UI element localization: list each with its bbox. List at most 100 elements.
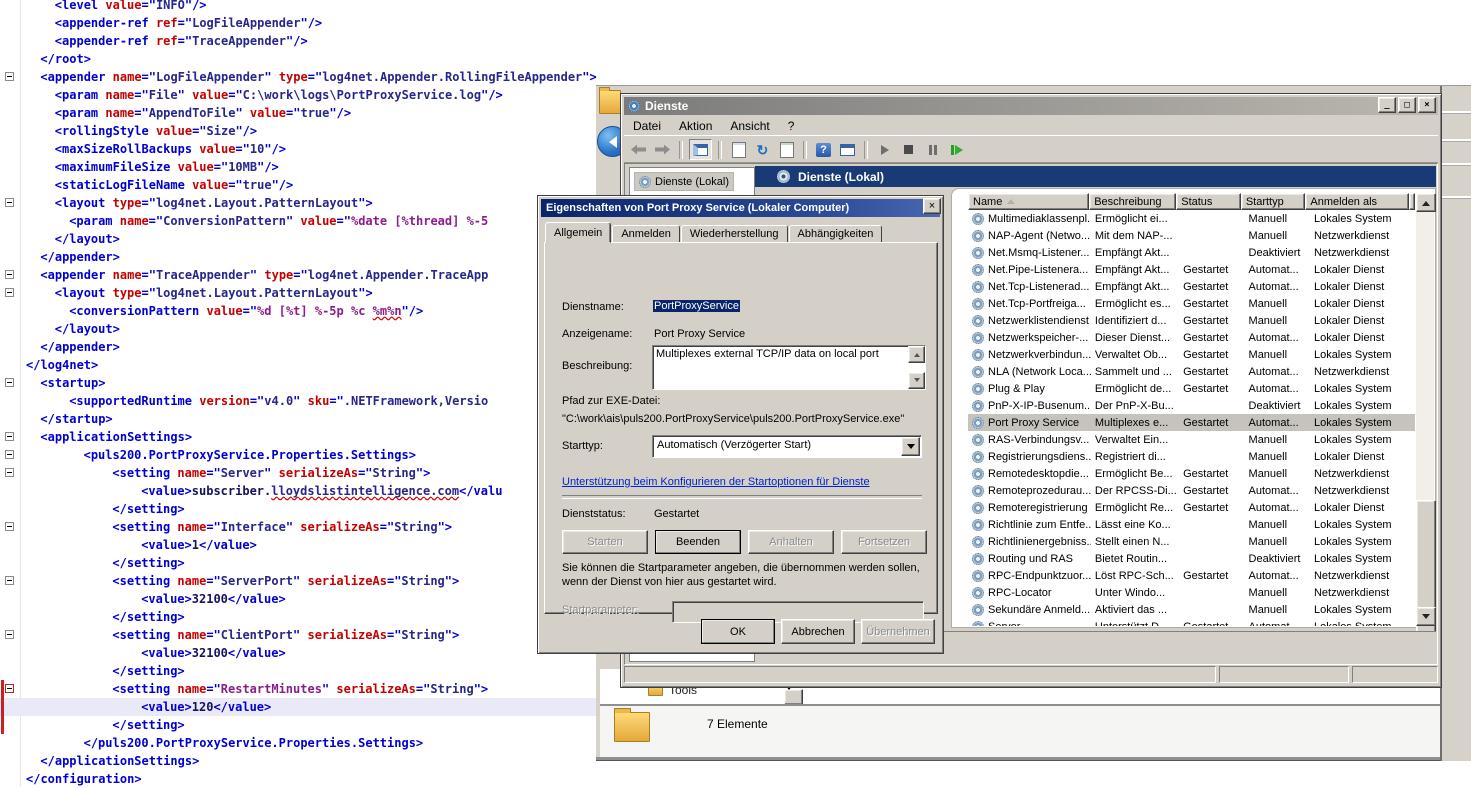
- service-row[interactable]: NAP-Agent (Netwo...Mit dem NAP-...Manuel…: [968, 227, 1415, 244]
- restart-service-icon[interactable]: [946, 140, 967, 159]
- fold-toggle-icon[interactable]: [5, 288, 14, 297]
- menu-datei[interactable]: Datei: [624, 118, 670, 134]
- scroll-up-button[interactable]: [908, 346, 925, 363]
- description-scrollbar[interactable]: [910, 346, 925, 389]
- service-row[interactable]: RPC-Endpunktzuor...Löst RPC-Sch...Gestar…: [968, 567, 1415, 584]
- starttype-select[interactable]: Automatisch (Verzögerter Start): [652, 435, 922, 458]
- startoptions-help-link[interactable]: Unterstützung beim Konfigurieren der Sta…: [562, 476, 870, 488]
- service-row[interactable]: ServerUnterstützt D...GestartetAutomat..…: [968, 618, 1415, 626]
- fold-toggle-icon[interactable]: [5, 684, 14, 693]
- fold-toggle-icon[interactable]: [5, 198, 14, 207]
- code-line: <maximumFileSize value="10MB"/>: [55, 158, 279, 176]
- service-cell: Lokaler Dienst: [1310, 502, 1415, 514]
- export-list-icon[interactable]: [776, 140, 797, 159]
- back-arrow-icon: [603, 136, 617, 148]
- help-icon[interactable]: ?: [813, 140, 834, 159]
- service-name-cell: Port Proxy Service: [968, 417, 1091, 429]
- scroll-down-button[interactable]: [908, 372, 925, 389]
- service-row[interactable]: RPC-LocatorUnter Windo...ManuellNetzwerk…: [968, 584, 1415, 601]
- menu-aktion[interactable]: Aktion: [670, 118, 721, 134]
- service-row[interactable]: Net.Tcp-Listenerad...Empfängt Akt...Gest…: [968, 278, 1415, 295]
- scroll-up-button[interactable]: [1416, 193, 1436, 212]
- starten-button: Starten: [562, 530, 648, 554]
- services-title-bar[interactable]: Dienste _□×: [624, 97, 1438, 115]
- service-row[interactable]: Plug & PlayErmöglicht de...GestartetAuto…: [968, 380, 1415, 397]
- service-row[interactable]: NetzwerklistendienstIdentifiziert d...Ge…: [968, 312, 1415, 329]
- description-field[interactable]: Multiplexes external TCP/IP data on loca…: [652, 345, 926, 390]
- maximize-button[interactable]: □: [1398, 97, 1416, 113]
- service-row[interactable]: RAS-Verbindungsv...Verwaltet Ein...Manue…: [968, 431, 1415, 448]
- fold-toggle-icon[interactable]: [5, 468, 14, 477]
- explorer-status-bar: 7 Elemente: [600, 704, 1440, 760]
- service-cell: Gestartet: [1179, 621, 1244, 627]
- vertical-scrollbar[interactable]: [1416, 193, 1434, 626]
- fold-toggle-icon[interactable]: [5, 432, 14, 441]
- column-header-beschreibung[interactable]: Beschreibung: [1089, 193, 1176, 210]
- tab-anmelden[interactable]: Anmelden: [612, 225, 680, 243]
- fold-toggle-icon[interactable]: [5, 576, 14, 585]
- pause-service-icon[interactable]: [922, 140, 943, 159]
- service-row[interactable]: Richtlinienergebniss...Stellt einen N...…: [968, 533, 1415, 550]
- sort-ascending-icon: [1007, 195, 1015, 204]
- service-row[interactable]: Netzwerkverbindun...Verwaltet Ob...Gesta…: [968, 346, 1415, 363]
- ok-button[interactable]: OK: [701, 619, 775, 644]
- code-line: </startup>: [40, 410, 112, 428]
- service-cell: Gestartet: [1179, 502, 1244, 514]
- console-window-icon[interactable]: [837, 140, 858, 159]
- service-cell: Lokaler Dienst: [1310, 315, 1415, 327]
- service-row[interactable]: NLA (Network Loca...Sammelt und ...Gesta…: [968, 363, 1415, 380]
- service-row[interactable]: Netzwerkspeicher-...Dieser Dienst...Gest…: [968, 329, 1415, 346]
- start-service-icon[interactable]: [874, 140, 895, 159]
- column-header-status[interactable]: Status: [1176, 193, 1241, 210]
- code-line: <appender name="LogFileAppender" type="l…: [40, 68, 596, 86]
- service-row[interactable]: Richtlinie zum Entfe...Lässt eine Ko...M…: [968, 516, 1415, 533]
- service-row[interactable]: PnP-X-IP-Busenum...Der PnP-X-Bu...Deakti…: [968, 397, 1415, 414]
- combo-drop-button[interactable]: [901, 437, 920, 456]
- code-line: </layout>: [55, 230, 120, 248]
- stop-service-icon[interactable]: [898, 140, 919, 159]
- service-cell: Lokales System: [1310, 604, 1415, 616]
- tab-wiederherstellung[interactable]: Wiederherstellung: [681, 225, 788, 243]
- tab-allgemein[interactable]: Allgemein: [545, 222, 611, 243]
- fold-toggle-icon[interactable]: [5, 630, 14, 639]
- close-button[interactable]: ×: [1418, 97, 1436, 113]
- service-row[interactable]: RemoteregistrierungErmöglicht Re...Gesta…: [968, 499, 1415, 516]
- show-console-tree-icon[interactable]: [689, 139, 712, 160]
- scroll-down-button[interactable]: [1416, 607, 1436, 626]
- refresh-icon[interactable]: ↻: [752, 140, 773, 159]
- dropdown-button[interactable]: [784, 689, 803, 704]
- fold-toggle-icon[interactable]: [5, 450, 14, 459]
- forward-icon[interactable]: [652, 140, 673, 159]
- close-icon[interactable]: ×: [923, 198, 941, 214]
- service-cell: Aktiviert das ...: [1091, 604, 1179, 616]
- fold-toggle-icon[interactable]: [5, 522, 14, 531]
- back-icon[interactable]: [628, 140, 649, 159]
- service-name-value[interactable]: PortProxyService: [653, 300, 740, 312]
- minimize-button[interactable]: _: [1378, 97, 1396, 113]
- code-line: <startup>: [40, 374, 105, 392]
- menu-help[interactable]: ?: [779, 118, 804, 134]
- service-row[interactable]: Multimediaklassenpl...Ermöglicht ei...Ma…: [968, 210, 1415, 227]
- service-row[interactable]: Registrierungsdiens...Registriert di...M…: [968, 448, 1415, 465]
- service-row[interactable]: Remotedesktopdie...Ermöglicht Be...Gesta…: [968, 465, 1415, 482]
- column-header-name[interactable]: Name: [968, 193, 1089, 210]
- service-row[interactable]: Net.Msmq-Listener...Empfängt Akt...Deakt…: [968, 244, 1415, 261]
- service-row[interactable]: Port Proxy ServiceMultiplexes e...Gestar…: [968, 414, 1415, 431]
- dialog-title-bar[interactable]: Eigenschaften von Port Proxy Service (Lo…: [541, 199, 940, 217]
- abbrechen-button[interactable]: Abbrechen: [781, 619, 855, 644]
- fold-toggle-icon[interactable]: [5, 72, 14, 81]
- service-row[interactable]: Net.Tcp-Portfreiga...Ermöglicht es...Ges…: [968, 295, 1415, 312]
- fold-toggle-icon[interactable]: [5, 378, 14, 387]
- menu-ansicht[interactable]: Ansicht: [721, 118, 778, 134]
- fold-toggle-icon[interactable]: [5, 270, 14, 279]
- properties-icon[interactable]: [728, 140, 749, 159]
- tree-item-dienste-lokal[interactable]: Dienste (Lokal): [634, 172, 734, 191]
- tab-abhängigkeiten[interactable]: Abhängigkeiten: [789, 225, 883, 243]
- beenden-button[interactable]: Beenden: [655, 530, 741, 554]
- service-row[interactable]: Routing und RASBietet Routin...Deaktivie…: [968, 550, 1415, 567]
- column-header-starttyp[interactable]: Starttyp: [1241, 193, 1306, 210]
- service-row[interactable]: Remoteprozedurau...Der RPCSS-Di...Gestar…: [968, 482, 1415, 499]
- service-row[interactable]: Net.Pipe-Listenera...Empfängt Akt...Gest…: [968, 261, 1415, 278]
- column-header-anmelden-als[interactable]: Anmelden als: [1305, 193, 1409, 210]
- service-row[interactable]: Sekundäre Anmeld...Aktiviert das ...Manu…: [968, 601, 1415, 618]
